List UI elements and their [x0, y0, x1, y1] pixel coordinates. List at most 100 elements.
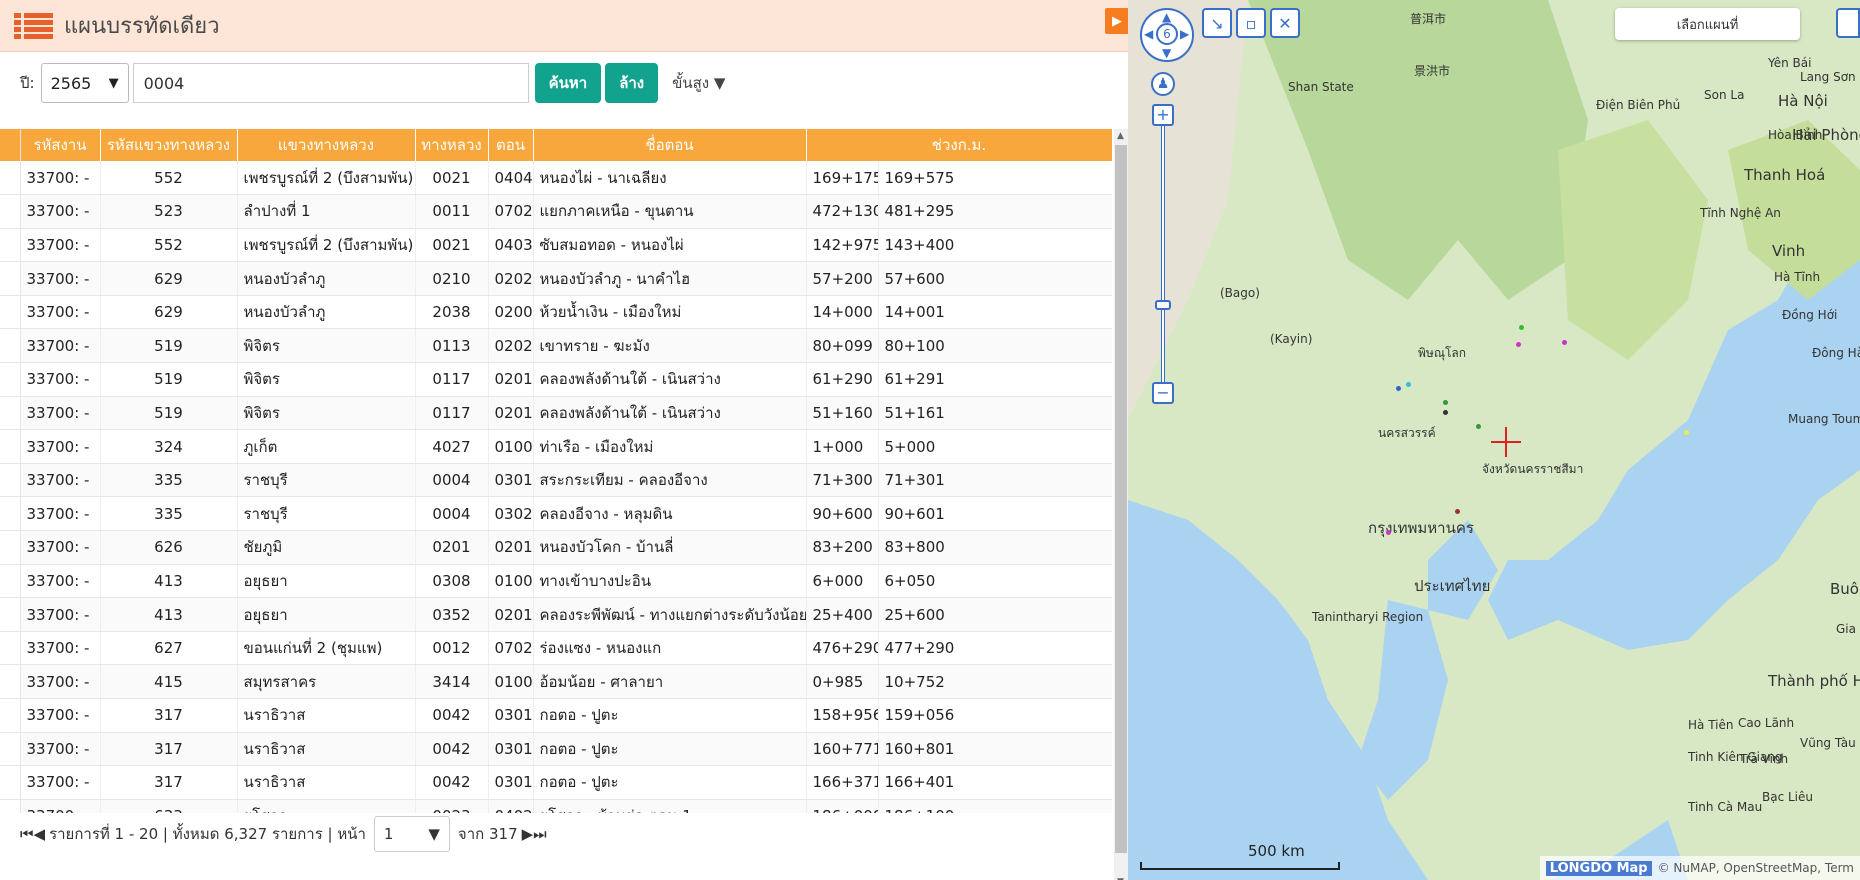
header-section-name[interactable]: ชื่อตอน — [533, 129, 807, 161]
map-marker[interactable] — [1396, 386, 1401, 391]
pan-right-icon[interactable]: ▶ — [1180, 27, 1189, 41]
table-row[interactable]: 33700: -317 นราธิวาส 0042 0301 กอตอ - ปูตะ 16… — [0, 765, 1112, 800]
scroll-up-icon[interactable]: ▲ — [1117, 131, 1124, 141]
row-edge — [0, 530, 21, 565]
table-row[interactable]: 33700: -523 ลำปางที่ 1 0011 0702 แยกภาคเหนือ… — [0, 194, 1112, 229]
scrollbar-thumb[interactable] — [1115, 145, 1127, 853]
table-cell: สระกระเทียม - คลองอีจาง — [533, 463, 807, 498]
table-cell: ห้วยน้ำเงิน - เมืองใหม่ — [533, 295, 807, 330]
table-row[interactable]: 33700: -552 เพชรบูรณ์ที่ 2 (บึงสามพัน) 002… — [0, 228, 1112, 263]
draw-line-icon[interactable]: ↘ — [1202, 8, 1232, 38]
last-page-icon[interactable]: ⏭ — [533, 825, 547, 843]
table-cell: หนองบัวโคก - บ้านลี่ — [533, 530, 807, 565]
search-button[interactable]: ค้นหา — [534, 63, 602, 103]
draw-shape-icon[interactable]: ▫ — [1236, 8, 1266, 38]
map-label: ประเทศไทย — [1414, 577, 1491, 595]
map-marker[interactable] — [1476, 424, 1481, 429]
table-cell: 33700: - — [20, 463, 101, 498]
table-cell: ทางเข้าบางปะอิน — [533, 564, 807, 599]
first-page-icon[interactable]: ⏮ — [20, 825, 34, 843]
header-km-range[interactable]: ช่วงก.ม. — [806, 129, 1112, 161]
zoom-track[interactable] — [1161, 126, 1165, 382]
map-marker[interactable] — [1406, 382, 1411, 387]
map-marker[interactable] — [1443, 410, 1448, 415]
table-row[interactable]: 33700: -626 ชัยภูมิ 0201 0201 หนองบัวโคก - บ… — [0, 530, 1112, 565]
table-cell: ชัยภูมิ — [237, 530, 416, 565]
table-row[interactable]: 33700: -324 ภูเก็ต 4027 0100 ท่าเรือ - เมือง… — [0, 429, 1112, 464]
table-row[interactable]: 33700: -629 หนองบัวลำภู 2038 0200 ห้วยน้ำเงิ… — [0, 295, 1112, 330]
person-locate-icon[interactable]: ♟ — [1151, 72, 1175, 96]
year-select[interactable]: 2565 ▼ — [40, 63, 129, 103]
map-marker[interactable] — [1684, 430, 1689, 435]
table-row[interactable]: 33700: -317 นราธิวาส 0042 0301 กอตอ - ปูตะ 16… — [0, 732, 1112, 767]
map-pan-control[interactable]: ▲ ◀ ▶ ▼ 6 — [1140, 8, 1194, 62]
map-scale: 500 km — [1140, 842, 1340, 870]
header-highway[interactable]: ทางหลวง — [415, 129, 489, 161]
map-marker[interactable] — [1519, 325, 1524, 330]
zoom-out-button[interactable]: − — [1152, 382, 1174, 404]
row-edge — [0, 328, 21, 364]
table-row[interactable]: 33700: -317 นราธิวาส 0042 0301 กอตอ - ปูตะ 15… — [0, 698, 1112, 733]
table-row[interactable]: 33700: -335 ราชบุรี 0004 0302 คลองอีจาง - หล… — [0, 496, 1112, 532]
pan-up-icon[interactable]: ▲ — [1162, 10, 1171, 24]
table-cell: 33700: - — [20, 161, 101, 196]
search-input[interactable] — [132, 63, 529, 103]
table-cell: 0302 — [488, 496, 534, 532]
map-layer-select[interactable]: เลือกแผนที่ — [1615, 8, 1800, 40]
zoom-slider[interactable]: + − — [1152, 104, 1174, 404]
table-row[interactable]: 33700: -627 ขอนแก่นที่ 2 (ชุมแพ) 0012 0702 ร… — [0, 631, 1112, 666]
map-marker[interactable] — [1386, 530, 1391, 535]
chevron-down-icon: ▼ — [428, 825, 440, 843]
header-section[interactable]: ตอน — [488, 129, 534, 161]
table-cell: 519 — [100, 362, 238, 397]
map-marker[interactable] — [1443, 400, 1448, 405]
table-row[interactable]: 33700: -519 พิจิตร 0117 0201 คลองพลังด้านใต้… — [0, 362, 1112, 397]
table-cell: 33700: - — [20, 362, 101, 397]
map-marker[interactable] — [1455, 509, 1460, 514]
clear-button[interactable]: ล้าง — [605, 63, 659, 103]
advanced-search-toggle[interactable]: ขั้นสูง ▼ — [672, 71, 725, 95]
zoom-knob[interactable] — [1155, 300, 1171, 310]
zoom-in-button[interactable]: + — [1152, 104, 1174, 126]
collapse-panel-button[interactable]: ▶ — [1105, 8, 1129, 34]
table-row[interactable]: 33700: -413 อยุธยา 0308 0100 ทางเข้าบางปะอิน… — [0, 564, 1112, 599]
header-district-code[interactable]: รหัสแขวงทางหลวง — [100, 129, 238, 161]
table-cell: 142+975 — [806, 228, 879, 263]
table-row[interactable]: 33700: -519 พิจิตร 0117 0201 คลองพลังด้านใต้… — [0, 396, 1112, 431]
table-row[interactable]: 33700: -413 อยุธยา 0352 0201 คลองระพีพัฒน์ -… — [0, 597, 1112, 632]
map-marker[interactable] — [1562, 340, 1567, 345]
table-row[interactable]: 33700: -415 สมุทรสาคร 3414 0100 อ้อมน้อย - ศ… — [0, 664, 1112, 699]
clear-drawing-icon[interactable]: ✕ — [1270, 8, 1300, 38]
table-row[interactable]: 33700: -519 พิจิตร 0113 0202 เขาทราย - ฆะมัง… — [0, 328, 1112, 364]
table-cell: 0011 — [415, 194, 489, 229]
prev-page-icon[interactable]: ◀ — [34, 825, 46, 843]
pan-left-icon[interactable]: ◀ — [1144, 27, 1153, 41]
pan-down-icon[interactable]: ▼ — [1162, 46, 1171, 60]
fullscreen-icon[interactable] — [1836, 8, 1860, 38]
map-marker[interactable] — [1516, 342, 1521, 347]
table-cell: 481+295 — [878, 194, 1112, 229]
table-cell: แยกภาคเหนือ - ขุนตาน — [533, 194, 807, 229]
table-row[interactable]: 33700: -335 ราชบุรี 0004 0301 สระกระเทียม - … — [0, 463, 1112, 498]
table-row[interactable]: 33700: -633ยโสธร00230402ยโสธร - บ้านย่อ … — [0, 799, 1112, 813]
page-select[interactable]: 1 ▼ — [373, 816, 450, 852]
table-cell: 0404 — [488, 161, 534, 196]
header-job-code[interactable]: รหัสงาน — [20, 129, 101, 161]
table-row[interactable]: 33700: -629 หนองบัวลำภู 0210 0202 หนองบัวลำภ… — [0, 261, 1112, 296]
table-cell: 33700: - — [20, 732, 101, 767]
table-cell: อยุธยา — [237, 597, 416, 632]
attribution-text[interactable]: © NuMAP, OpenStreetMap, Term — [1658, 861, 1854, 875]
map-label: Tinh Cà Mau — [1688, 800, 1763, 814]
table-scrollbar[interactable]: ▲ ▼ — [1114, 129, 1128, 880]
row-edge — [0, 228, 21, 263]
row-edge — [0, 463, 21, 498]
next-page-icon[interactable]: ▶ — [522, 825, 534, 843]
year-value: 2565 — [50, 73, 92, 93]
table-cell: เขาทราย - ฆะมัง — [533, 328, 807, 364]
table-cell: 0012 — [415, 631, 489, 666]
table-row[interactable]: 33700: -552 เพชรบูรณ์ที่ 2 (บึงสามพัน) 002… — [0, 161, 1112, 196]
table-cell: 413 — [100, 564, 238, 599]
table-cell: 0301 — [488, 463, 534, 498]
header-district[interactable]: แขวงทางหลวง — [237, 129, 416, 161]
longdo-logo: LONGDO Map — [1545, 860, 1652, 876]
